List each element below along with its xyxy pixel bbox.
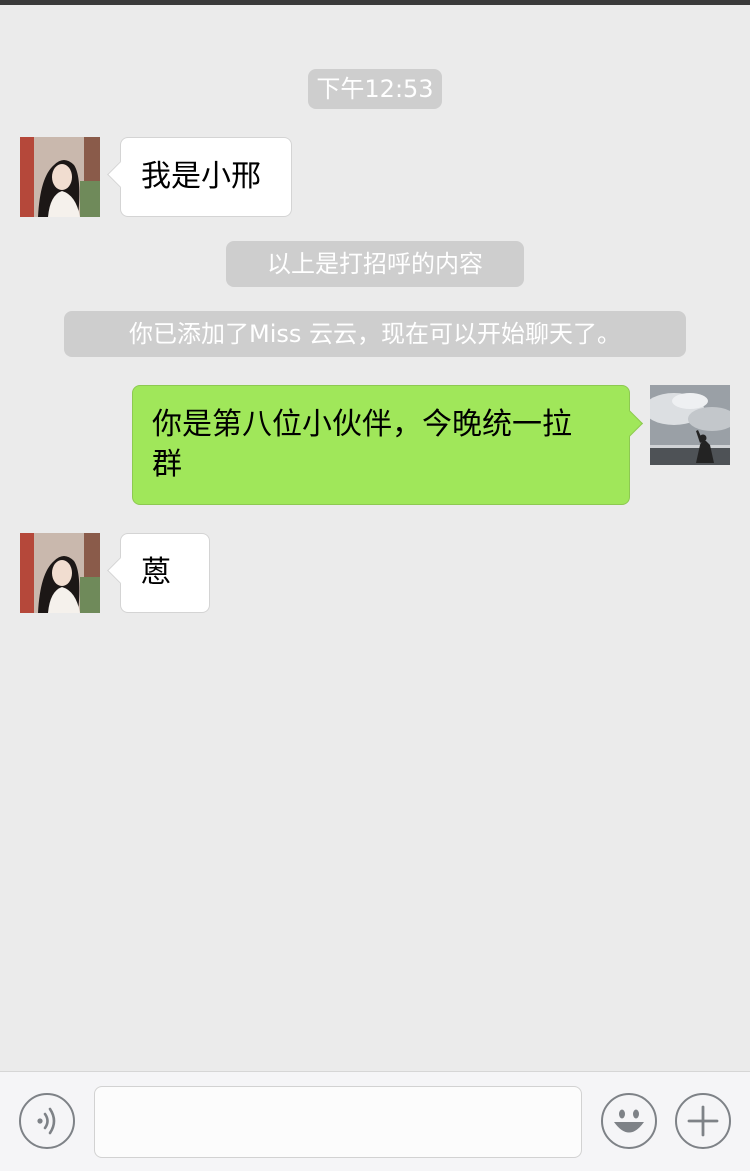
message-text-line-2: 群 <box>152 447 182 482</box>
chat-area[interactable]: 下午12:53 我是小邢 以上是打招呼的内容 你已添加了Miss 云云，现在可以… <box>0 5 750 1071</box>
contact-avatar-image <box>20 533 100 613</box>
my-avatar[interactable] <box>650 385 730 465</box>
contact-avatar-image <box>20 137 100 217</box>
emoji-button[interactable] <box>601 1093 657 1149</box>
added-contact-notice: 你已添加了Miss 云云，现在可以开始聊天了。 <box>64 311 686 357</box>
more-functions-button[interactable] <box>675 1093 731 1149</box>
contact-avatar[interactable] <box>20 533 100 613</box>
voice-icon <box>37 1107 56 1135</box>
contact-avatar[interactable] <box>20 137 100 217</box>
plus-icon <box>687 1105 719 1137</box>
message-text: 我是小邢 <box>141 159 261 194</box>
incoming-message[interactable]: 蒽 <box>120 533 210 613</box>
emoji-icon <box>614 1109 644 1133</box>
message-input[interactable] <box>94 1086 582 1158</box>
outgoing-message[interactable]: 你是第八位小伙伴，今晚统一拉 群 <box>132 385 630 505</box>
message-text-line-1: 你是第八位小伙伴，今晚统一拉 <box>152 407 572 442</box>
timestamp-pill: 下午12:53 <box>308 69 442 109</box>
greeting-notice: 以上是打招呼的内容 <box>226 241 524 287</box>
message-text: 蒽 <box>141 555 171 590</box>
input-bar <box>0 1071 750 1171</box>
incoming-message[interactable]: 我是小邢 <box>120 137 292 217</box>
voice-toggle-button[interactable] <box>19 1093 75 1149</box>
my-avatar-image <box>650 385 730 465</box>
